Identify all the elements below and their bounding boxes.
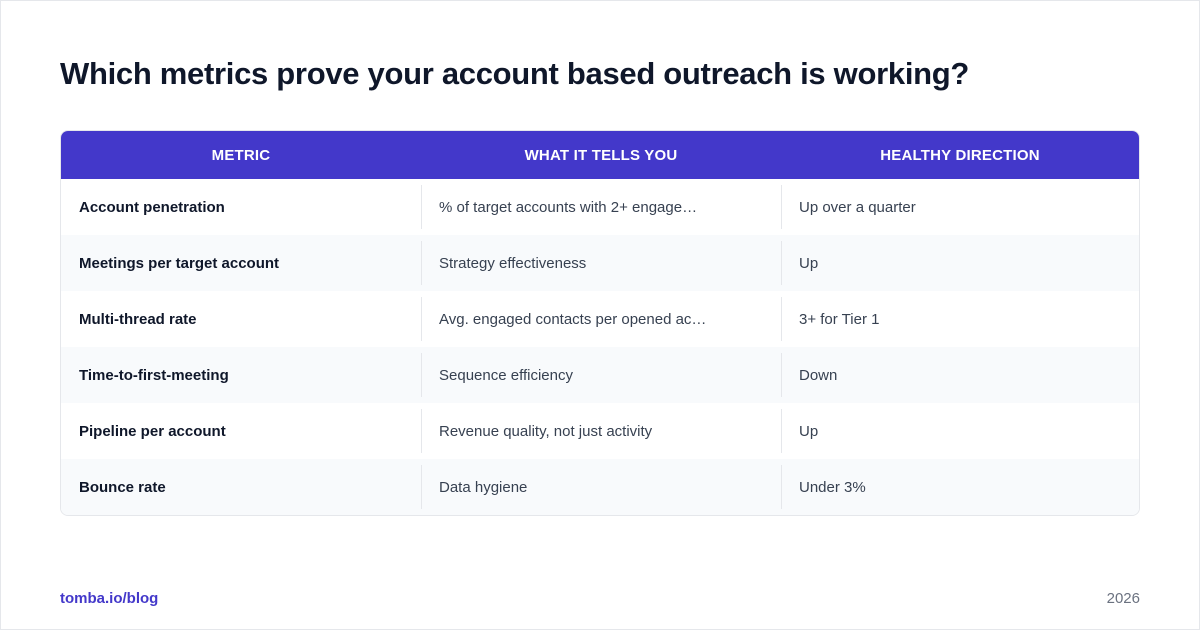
table-row: Multi-thread rate Avg. engaged contacts …	[61, 291, 1139, 347]
metric-cell: Time-to-first-meeting	[79, 366, 229, 384]
table-header: METRIC WHAT IT TELLS YOU HEALTHY DIRECTI…	[61, 131, 1139, 179]
source-link[interactable]: tomba.io/blog	[60, 590, 158, 607]
direction-cell: Up	[781, 235, 1139, 291]
direction-cell: 3+ for Tier 1	[781, 291, 1139, 347]
metric-cell: Bounce rate	[79, 478, 166, 496]
metric-cell: Pipeline per account	[79, 422, 226, 440]
table-row: Account penetration % of target accounts…	[61, 179, 1139, 235]
column-header-healthy-direction: HEALTHY DIRECTION	[880, 146, 1040, 164]
direction-cell: Under 3%	[781, 459, 1139, 515]
year-label: 2026	[1106, 590, 1140, 607]
column-header-metric: METRIC	[211, 146, 271, 164]
meaning-cell: Strategy effectiveness	[421, 235, 781, 291]
direction-cell: Down	[781, 347, 1139, 403]
meaning-cell: Revenue quality, not just activity	[421, 403, 781, 459]
table-row: Pipeline per account Revenue quality, no…	[61, 403, 1139, 459]
meaning-cell: Sequence efficiency	[421, 347, 781, 403]
metric-cell: Meetings per target account	[79, 254, 280, 272]
table-row: Time-to-first-meeting Sequence efficienc…	[61, 347, 1139, 403]
direction-cell: Up	[781, 403, 1139, 459]
metric-cell: Account penetration	[79, 198, 225, 216]
column-header-what-it-tells-you: WHAT IT TELLS YOU	[524, 146, 678, 164]
table-row: Bounce rate Data hygiene Under 3%	[61, 459, 1139, 515]
metric-cell: Multi-thread rate	[79, 310, 197, 328]
metrics-table: METRIC WHAT IT TELLS YOU HEALTHY DIRECTI…	[60, 130, 1140, 516]
table-row: Meetings per target account Strategy eff…	[61, 235, 1139, 291]
meaning-cell: Avg. engaged contacts per opened ac…	[421, 291, 781, 347]
page-title: Which metrics prove your account based o…	[60, 56, 970, 91]
meaning-cell: % of target accounts with 2+ engage…	[421, 179, 781, 235]
direction-cell: Up over a quarter	[781, 179, 1139, 235]
meaning-cell: Data hygiene	[421, 459, 781, 515]
